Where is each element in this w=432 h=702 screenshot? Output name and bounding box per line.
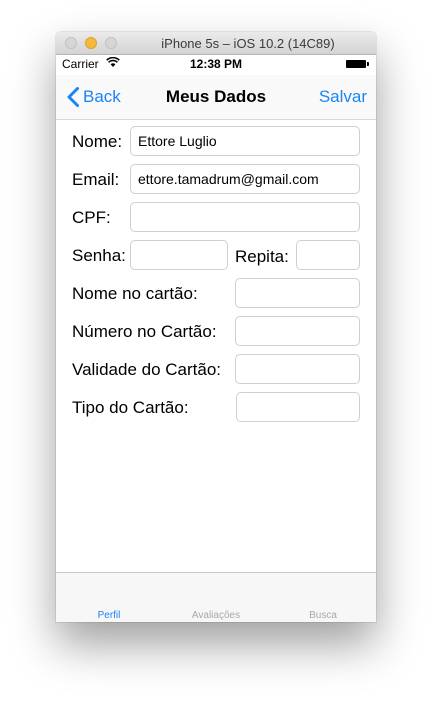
status-bar: Carrier 12:38 PM (56, 55, 376, 75)
senha-field[interactable] (130, 240, 228, 270)
repita-label: Repita: (235, 247, 289, 266)
validade-cartao-label: Validade do Cartão: (72, 360, 222, 379)
email-label: Email: (72, 170, 120, 189)
close-window-button[interactable] (65, 37, 77, 49)
nome-cartao-field[interactable] (235, 278, 360, 308)
simulator-window: iPhone 5s – iOS 10.2 (14C89) Carrier 12:… (56, 32, 376, 622)
validade-cartao-field[interactable] (235, 354, 360, 384)
tab-perfil-label: Perfil (97, 610, 121, 621)
tab-perfil[interactable]: Perfil (56, 573, 162, 622)
numero-cartao-label: Número no Cartão: (72, 322, 217, 341)
email-field[interactable] (130, 164, 360, 194)
window-titlebar: iPhone 5s – iOS 10.2 (14C89) (56, 32, 376, 55)
minimize-window-button[interactable] (85, 37, 97, 49)
tipo-cartao-field[interactable] (236, 392, 360, 422)
cpf-field[interactable] (130, 202, 360, 232)
tipo-cartao-label: Tipo do Cartão: (72, 398, 189, 417)
nome-cartao-label: Nome no cartão: (72, 284, 198, 303)
senha-label: Senha: (72, 246, 126, 265)
window-title: iPhone 5s – iOS 10.2 (14C89) (161, 36, 335, 51)
tab-busca[interactable]: Busca (270, 573, 376, 622)
tab-avaliacoes-label: Avaliações (191, 610, 241, 621)
nome-field[interactable] (130, 126, 360, 156)
tab-bar: Perfil Avaliações Busca (56, 572, 376, 622)
status-time: 12:38 PM (189, 57, 243, 71)
cpf-label: CPF: (72, 208, 111, 227)
zoom-window-button[interactable] (105, 37, 117, 49)
save-button[interactable]: Salvar (319, 87, 367, 107)
tab-avaliacoes[interactable]: Avaliações (163, 573, 269, 622)
tab-busca-label: Busca (309, 610, 337, 621)
repita-field[interactable] (296, 240, 360, 270)
navigation-bar: Back Meus Dados Salvar (56, 75, 376, 120)
numero-cartao-field[interactable] (235, 316, 360, 346)
nome-label: Nome: (72, 132, 123, 151)
battery-icon (346, 60, 369, 68)
